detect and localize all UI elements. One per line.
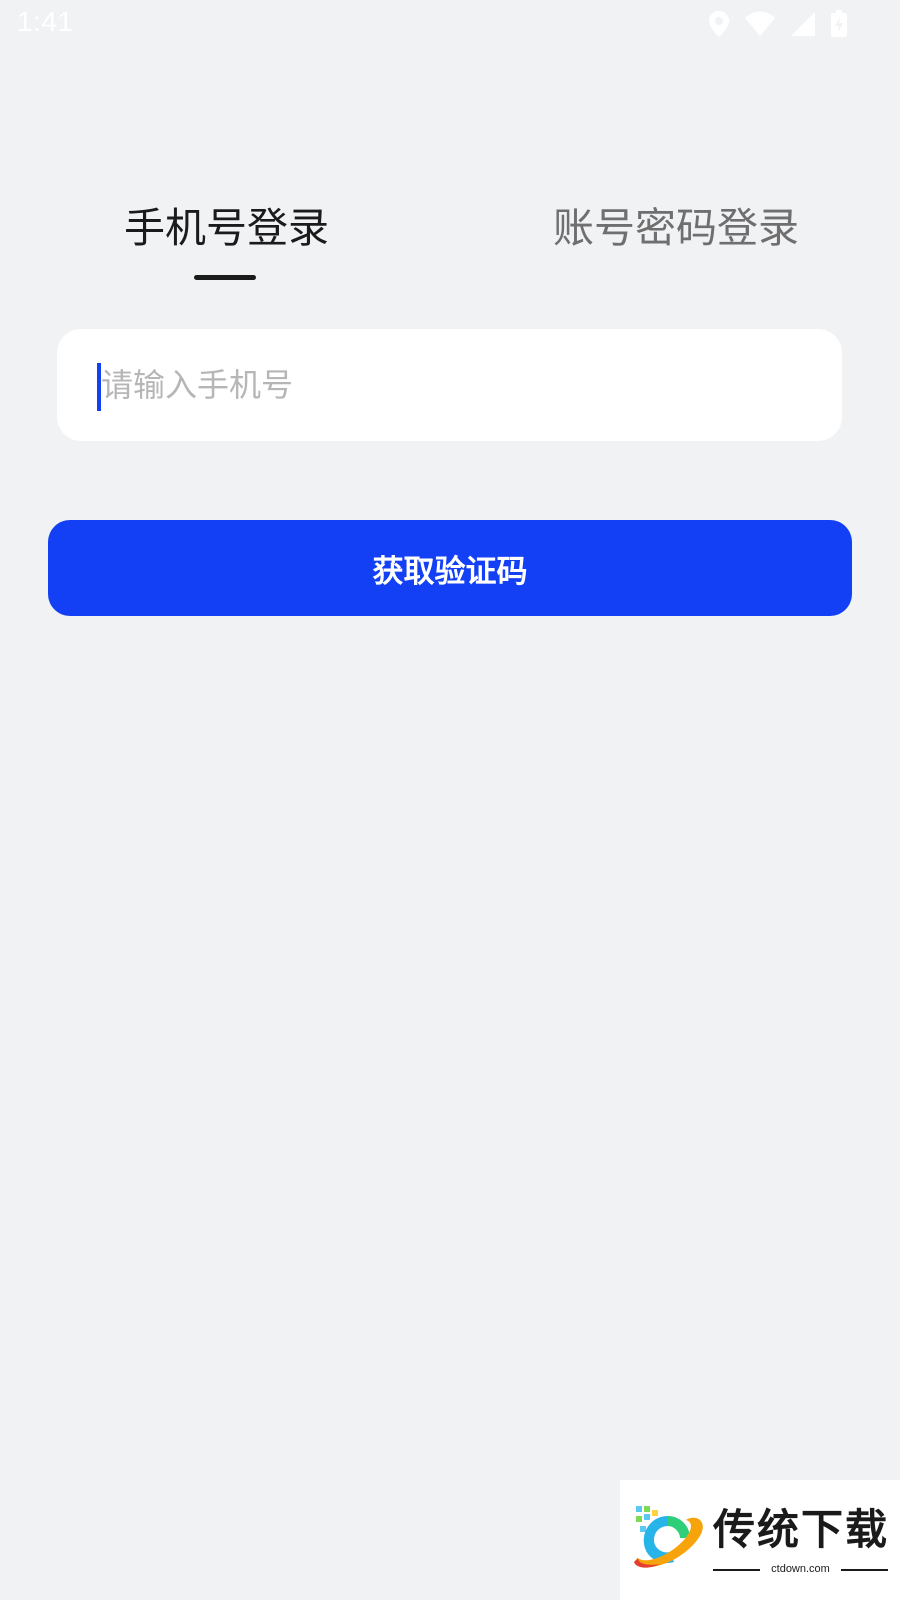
tab-phone-login[interactable]: 手机号登录 [124,200,329,256]
tab-password-login[interactable]: 账号密码登录 [553,200,799,256]
watermark-logo-icon [630,1502,706,1582]
status-icons [708,10,848,38]
watermark: 传统下载 ctdown.com [620,1480,900,1600]
login-tabs: 手机号登录 账号密码登录 [0,200,900,290]
status-bar: 1:41 [0,0,900,48]
battery-charging-icon [830,10,848,38]
get-verification-code-button[interactable]: 获取验证码 [48,520,852,616]
watermark-divider [713,1569,760,1571]
wifi-icon [744,11,776,37]
signal-icon [790,11,816,37]
watermark-title: 传统下载 [713,1505,890,1554]
phone-field[interactable] [57,329,842,441]
watermark-domain: ctdown.com [771,1563,830,1575]
location-icon [708,10,730,38]
phone-input[interactable] [101,357,801,413]
status-time: 1:41 [17,6,74,37]
watermark-divider [841,1569,888,1571]
active-tab-indicator [194,275,256,280]
